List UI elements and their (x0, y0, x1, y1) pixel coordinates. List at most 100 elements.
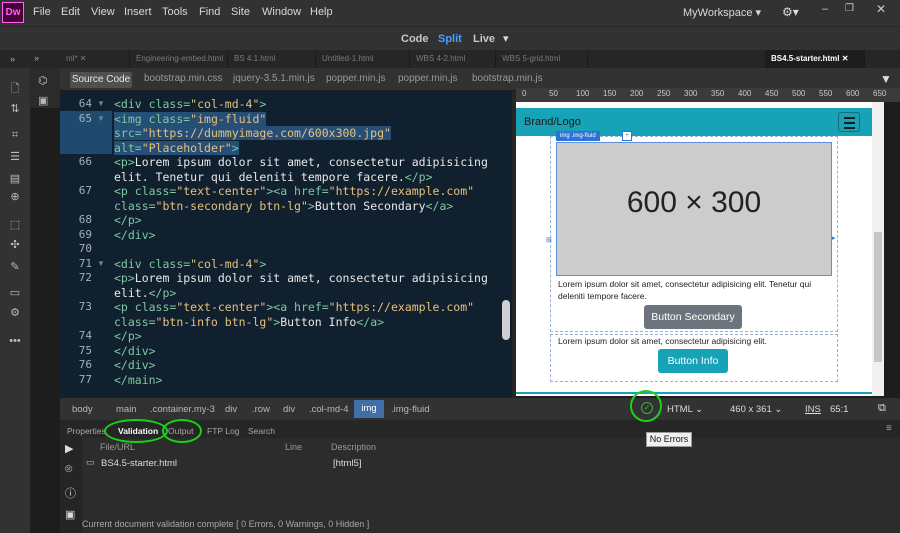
fold-icon[interactable]: ▼ (97, 259, 105, 268)
code-line[interactable]: </p> (114, 329, 142, 343)
resize-handle-icon[interactable]: ⊞ (546, 236, 552, 244)
close-icon[interactable]: ✕ (876, 2, 886, 16)
code-line[interactable]: class="btn-info btn-lg">Button Info</a> (114, 315, 384, 329)
active-file-tab[interactable]: BS4.5-starter.html ✕ (765, 50, 865, 68)
source-code-button[interactable]: Source Code (70, 72, 132, 88)
info-icon[interactable]: ⓘ (65, 485, 76, 501)
minimize-icon[interactable]: – (822, 3, 828, 15)
hud-add-icon[interactable]: + (622, 131, 632, 141)
code-line[interactable]: </main> (114, 373, 162, 387)
code-line[interactable]: alt="Placeholder"> (114, 140, 239, 155)
resize-handle-icon[interactable]: ▸ (832, 234, 836, 242)
target-icon[interactable]: ⊕ (7, 190, 23, 204)
menu-file[interactable]: File (33, 6, 51, 18)
settings-panel-icon[interactable]: ⚙ (7, 306, 23, 320)
button-secondary[interactable]: Button Secondary (644, 305, 742, 329)
file-tab[interactable]: BS 4.1.html (228, 50, 316, 68)
tag-div[interactable]: div (225, 404, 237, 415)
tag-img[interactable]: img (354, 400, 384, 418)
tag-col-md-4[interactable]: .col-md-4 (309, 404, 349, 415)
fold-icon[interactable]: ▼ (97, 114, 105, 123)
tab-ftp-log[interactable]: FTP Log (207, 426, 239, 436)
panel-menu-icon[interactable]: ≡ (886, 423, 892, 434)
filter-icon[interactable]: ▼ (880, 72, 892, 86)
menu-insert[interactable]: Insert (124, 6, 152, 18)
menu-help[interactable]: Help (310, 6, 333, 18)
button-info[interactable]: Button Info (658, 349, 728, 373)
tag-main[interactable]: main (116, 404, 137, 415)
file-icon[interactable]: 🗋 (7, 82, 23, 96)
expand-icon[interactable]: ✣ (7, 238, 23, 252)
chat-icon[interactable]: ▭ (7, 286, 23, 300)
related-file[interactable]: jquery-3.5.1.min.js (233, 73, 315, 84)
gear-icon[interactable]: ⚙▾ (782, 5, 799, 19)
more-icon[interactable]: ••• (7, 334, 23, 348)
file-tab[interactable]: WBS 5-grid.html (496, 50, 588, 68)
code-line[interactable]: src="https://dummyimage.com/600x300.jpg" (114, 126, 391, 140)
chevron-down-icon[interactable]: ▾ (503, 32, 509, 45)
tag-img-fluid[interactable]: .img-fluid (391, 404, 430, 415)
brush-icon[interactable]: ✎ (7, 260, 23, 274)
column-line[interactable]: Line (285, 442, 302, 452)
restore-icon[interactable]: ❐ (845, 3, 854, 14)
tag-row[interactable]: .row (252, 404, 270, 415)
code-line[interactable]: class="btn-secondary btn-lg">Button Seco… (114, 199, 453, 213)
code-icon[interactable]: ⌗ (7, 128, 23, 142)
menu-find[interactable]: Find (199, 6, 220, 18)
tag-div[interactable]: div (283, 404, 295, 415)
split-view-button[interactable]: Split (438, 33, 462, 45)
related-file[interactable]: bootstrap.min.js (472, 73, 543, 84)
result-file[interactable]: BS4.5-starter.html (101, 458, 177, 469)
select-icon[interactable]: ⬚ (7, 218, 23, 232)
code-line[interactable]: <p class="text-center"><a href="https://… (114, 300, 474, 314)
code-view-button[interactable]: Code (401, 33, 429, 45)
hamburger-icon[interactable] (838, 112, 860, 132)
tabs-overflow-icon[interactable]: » (34, 53, 39, 63)
workspace-switcher[interactable]: MyWorkspace ▾ (683, 6, 761, 19)
related-file[interactable]: popper.min.js (326, 73, 385, 84)
code-line[interactable]: <p>Lorem ipsum dolor sit amet, consectet… (114, 155, 488, 169)
code-line[interactable]: elit. Tenetur qui deleniti tempore facer… (114, 170, 433, 184)
tab-properties[interactable]: Properties (67, 426, 106, 436)
related-file[interactable]: popper.min.js (398, 73, 457, 84)
file-tab[interactable]: ml* ✕ (60, 50, 130, 68)
fold-icon[interactable]: ▼ (97, 99, 105, 108)
menu-view[interactable]: View (91, 6, 115, 18)
code-line[interactable]: </div> (114, 344, 156, 358)
window-size-select[interactable]: 460 x 361 ⌄ (730, 404, 782, 415)
preview-icon[interactable]: ⧉ (878, 402, 886, 415)
element-hud-badge[interactable]: img .img-fluid (556, 131, 600, 141)
code-line[interactable]: <img class="img-fluid" (114, 111, 267, 126)
tab-search[interactable]: Search (248, 426, 275, 436)
insert-mode[interactable]: INS (805, 404, 821, 415)
code-line[interactable]: </div> (114, 228, 156, 242)
code-line[interactable]: elit.</p> (114, 286, 176, 300)
clear-icon[interactable]: ⊗ (64, 462, 73, 475)
menu-tools[interactable]: Tools (162, 6, 188, 18)
code-line[interactable]: </p> (114, 213, 142, 227)
navbar-brand[interactable]: Brand/Logo (524, 116, 581, 128)
file-transfer-icon[interactable]: ⇅ (7, 102, 23, 116)
menu-edit[interactable]: Edit (61, 6, 80, 18)
live-view[interactable]: Brand/Logo 600 × 300 img .img-fluid + ⊞ … (516, 102, 884, 396)
tag-body[interactable]: body (72, 404, 93, 415)
toolbar-expand-icon[interactable]: » (10, 54, 15, 64)
related-file[interactable]: bootstrap.min.css (144, 73, 222, 84)
dom-tree-icon[interactable]: ⌬ (38, 74, 48, 87)
menu-window[interactable]: Window (262, 6, 301, 18)
files-panel-icon[interactable]: ▣ (38, 94, 48, 107)
code-scrollbar[interactable] (502, 300, 510, 340)
file-tab[interactable]: Engineering-embed.html (130, 50, 228, 68)
comment-icon[interactable]: ▤ (7, 172, 23, 186)
column-description[interactable]: Description (331, 442, 376, 452)
code-line[interactable]: <p>Lorem ipsum dolor sit amet, consectet… (114, 271, 488, 285)
code-line[interactable]: <p class="text-center"><a href="https://… (114, 184, 474, 198)
save-icon[interactable]: ▣ (65, 508, 75, 521)
tag-container[interactable]: .container.my-3 (150, 404, 215, 415)
document-type-select[interactable]: HTML ⌄ (667, 404, 703, 415)
play-icon[interactable]: ▶ (65, 442, 73, 455)
menu-site[interactable]: Site (231, 6, 250, 18)
file-tab[interactable]: WBS 4-2.html (410, 50, 496, 68)
list-icon[interactable]: ☰ (7, 150, 23, 164)
live-view-button[interactable]: Live (473, 33, 495, 45)
